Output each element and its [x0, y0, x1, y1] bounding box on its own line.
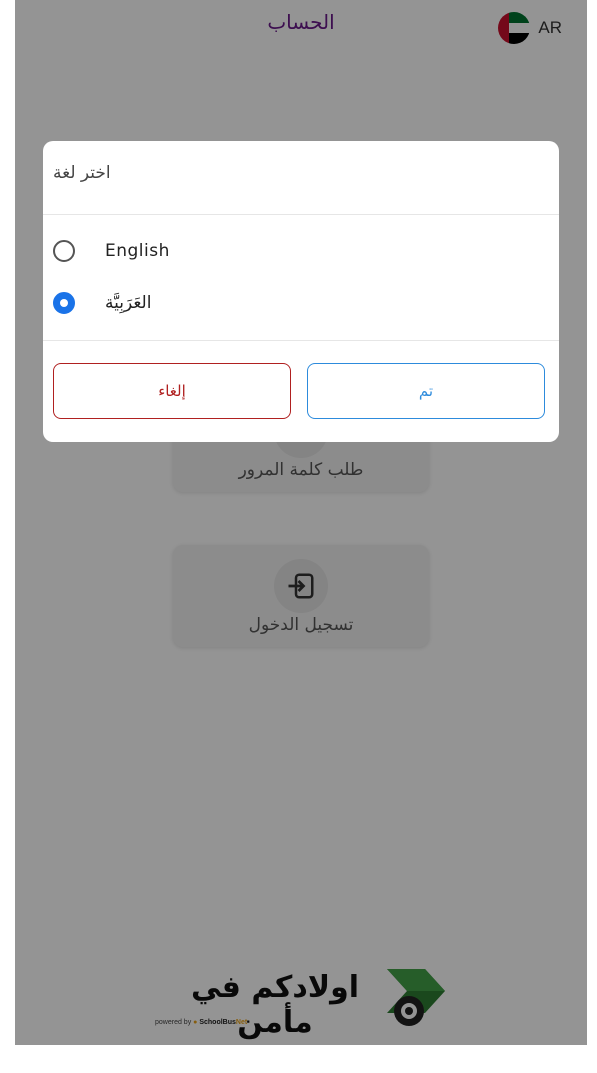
- cancel-button[interactable]: إلغاء: [53, 363, 291, 419]
- option-arabic-label: العَرَبِيَّة: [105, 293, 152, 313]
- option-english-label: English: [105, 241, 170, 261]
- divider: [43, 214, 559, 215]
- radio-english[interactable]: [53, 240, 75, 262]
- ok-button[interactable]: تم: [307, 363, 545, 419]
- dialog-title: اختر لغة: [53, 163, 111, 183]
- radio-arabic[interactable]: [53, 292, 75, 314]
- divider: [43, 340, 559, 341]
- option-english[interactable]: English: [53, 236, 170, 266]
- option-arabic[interactable]: العَرَبِيَّة: [53, 288, 151, 318]
- language-dialog: اختر لغة English العَرَبِيَّة إلغاء تم: [43, 141, 559, 442]
- account-screen: الحساب AR طلب كلمة المرور تسجيل الدخول ا…: [15, 0, 587, 1045]
